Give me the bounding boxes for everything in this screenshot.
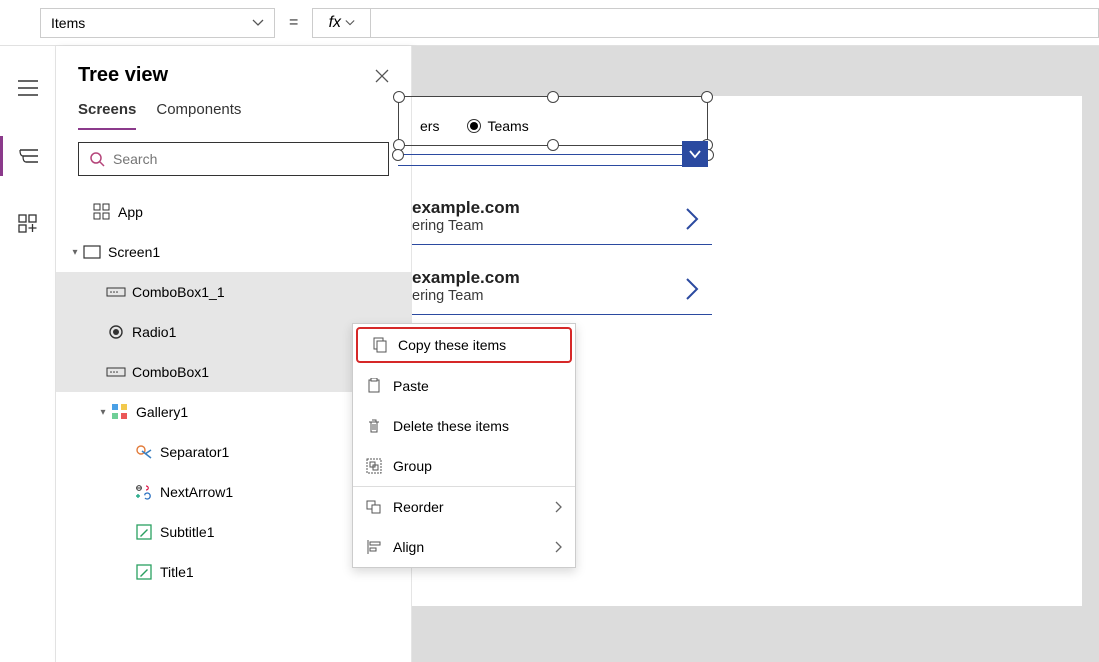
left-rail: [0, 46, 56, 662]
copy-icon: [370, 337, 388, 353]
formula-input[interactable]: [370, 8, 1099, 38]
tree-item-label: App: [118, 204, 143, 220]
tree-item-label: Radio1: [132, 324, 176, 340]
combobox-selection[interactable]: [398, 154, 708, 166]
tree-item-label: Separator1: [160, 444, 229, 460]
gallery-item-subtitle: ering Team: [412, 218, 712, 234]
radio-label: ers: [420, 118, 439, 134]
screen-icon: [82, 245, 102, 259]
ctx-delete[interactable]: Delete these items: [353, 406, 575, 446]
gallery-item[interactable]: example.com ering Team: [412, 192, 712, 245]
gallery-icon: [110, 403, 130, 421]
tree-item-label: ComboBox1_1: [132, 284, 225, 300]
radio-circle-icon: [467, 119, 481, 133]
chevron-right-icon: [555, 501, 563, 513]
reorder-icon: [365, 499, 383, 515]
chevron-down-icon: [345, 18, 355, 28]
chevron-right-icon[interactable]: [684, 206, 702, 232]
align-icon: [365, 539, 383, 555]
nextarrow-icon: [134, 484, 154, 500]
ctx-copy[interactable]: Copy these items: [356, 327, 572, 363]
search-box[interactable]: [78, 142, 389, 176]
label-edit-icon: [134, 564, 154, 580]
gallery-item[interactable]: example.com ering Team: [412, 262, 712, 315]
gallery-item-subtitle: ering Team: [412, 288, 712, 304]
tree-item-app[interactable]: App: [56, 192, 411, 232]
property-select[interactable]: Items: [40, 8, 275, 38]
radio-teams[interactable]: Teams: [467, 118, 528, 134]
radio-users[interactable]: ers: [420, 118, 439, 134]
tree-item-screen1[interactable]: ▾ Screen1: [56, 232, 411, 272]
tree-item-label: ComboBox1: [132, 364, 209, 380]
ctx-label: Copy these items: [398, 337, 506, 353]
tab-screens[interactable]: Screens: [78, 101, 136, 130]
chevron-down-icon: [252, 17, 264, 29]
combobox-icon: [106, 285, 126, 299]
close-icon[interactable]: [375, 69, 389, 83]
separator-icon: [134, 444, 154, 460]
trash-icon: [365, 418, 383, 434]
app-icon: [92, 203, 112, 221]
property-select-value: Items: [51, 15, 85, 31]
fx-button[interactable]: fx: [312, 8, 370, 38]
components-rail-icon[interactable]: [0, 204, 56, 244]
ctx-label: Paste: [393, 378, 429, 394]
tree-tabs: Screens Components: [56, 101, 411, 130]
equals-label: =: [289, 14, 298, 32]
gallery-item-title: example.com: [412, 268, 712, 288]
search-icon: [89, 151, 105, 167]
formula-bar: Items = fx: [0, 0, 1099, 46]
ctx-label: Delete these items: [393, 418, 509, 434]
radio-group[interactable]: ers Teams: [420, 118, 529, 134]
radio-label: Teams: [487, 118, 528, 134]
ctx-group[interactable]: Group: [353, 446, 575, 486]
tree-item-combobox1-1[interactable]: ComboBox1_1 ···: [56, 272, 411, 312]
fx-label: fx: [329, 14, 341, 32]
chevron-right-icon: [555, 541, 563, 553]
context-menu: Copy these items Paste Delete these item…: [352, 323, 576, 568]
combobox-icon: [106, 365, 126, 379]
collapse-icon[interactable]: ▾: [96, 407, 110, 418]
tab-components[interactable]: Components: [156, 101, 241, 130]
tree-view-rail-icon[interactable]: [0, 136, 56, 176]
tree-view-title: Tree view: [78, 64, 168, 87]
ctx-label: Group: [393, 458, 432, 474]
hamburger-icon[interactable]: [0, 68, 56, 108]
ctx-label: Align: [393, 539, 424, 555]
ctx-paste[interactable]: Paste: [353, 366, 575, 406]
tree-item-label: Title1: [160, 564, 194, 580]
tree-item-label: NextArrow1: [160, 484, 233, 500]
radio-icon: [106, 324, 126, 340]
tree-item-label: Gallery1: [136, 404, 188, 420]
gallery-item-title: example.com: [412, 198, 712, 218]
ctx-label: Reorder: [393, 499, 444, 515]
collapse-icon[interactable]: ▾: [68, 247, 82, 258]
tree-item-label: Screen1: [108, 244, 160, 260]
ctx-reorder[interactable]: Reorder: [353, 487, 575, 527]
tree-item-label: Subtitle1: [160, 524, 214, 540]
ctx-align[interactable]: Align: [353, 527, 575, 567]
group-icon: [365, 458, 383, 474]
search-input[interactable]: [113, 151, 378, 167]
chevron-right-icon[interactable]: [684, 276, 702, 302]
chevron-down-icon[interactable]: [682, 141, 708, 167]
label-edit-icon: [134, 524, 154, 540]
paste-icon: [365, 378, 383, 394]
